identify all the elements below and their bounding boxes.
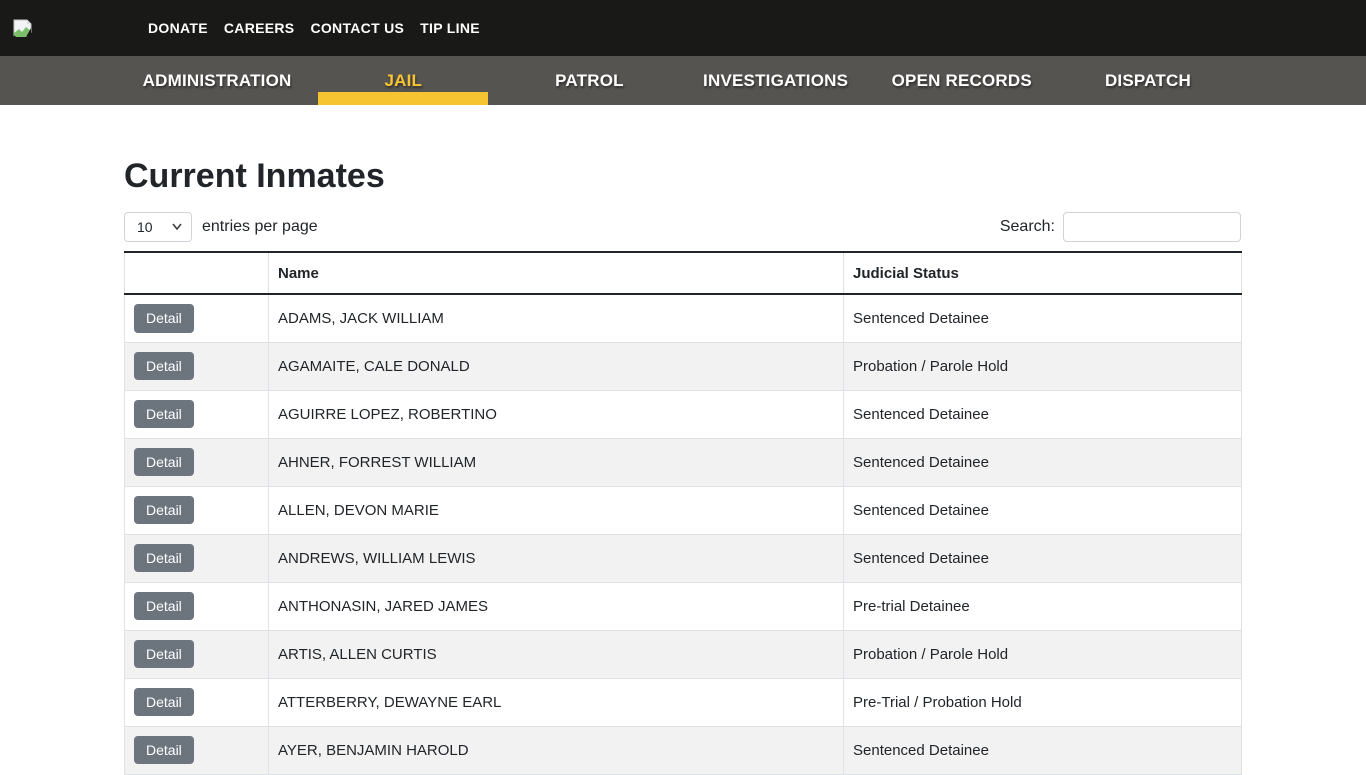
utility-link[interactable]: CONTACT US: [310, 20, 404, 36]
column-header-judicial-status: Judicial Status: [844, 252, 1242, 294]
primary-nav-label: DISPATCH: [1105, 71, 1191, 91]
primary-nav-item[interactable]: ADMINISTRATION: [124, 56, 310, 105]
detail-button[interactable]: Detail: [134, 736, 194, 765]
detail-cell: Detail: [125, 438, 269, 486]
judicial-status-cell: Probation / Parole Hold: [844, 630, 1242, 678]
inmate-name-cell: ANDREWS, WILLIAM LEWIS: [269, 534, 844, 582]
detail-cell: Detail: [125, 294, 269, 342]
primary-nav-label: INVESTIGATIONS: [703, 71, 848, 91]
detail-button[interactable]: Detail: [134, 400, 194, 429]
primary-nav-item[interactable]: PATROL: [496, 56, 682, 105]
detail-cell: Detail: [125, 630, 269, 678]
inmates-table-body: Detail ADAMS, JACK WILLIAM Sentenced Det…: [125, 294, 1242, 774]
table-row: Detail AHNER, FORREST WILLIAM Sentenced …: [125, 438, 1242, 486]
utility-links: DONATE CAREERS CONTACT US TIP LINE: [148, 20, 480, 36]
entries-per-page-select[interactable]: 10: [124, 212, 192, 242]
detail-cell: Detail: [125, 534, 269, 582]
inmates-table-header: Name Judicial Status: [125, 252, 1242, 294]
judicial-status-cell: Pre-Trial / Probation Hold: [844, 678, 1242, 726]
detail-cell: Detail: [125, 390, 269, 438]
inmate-name-cell: AGUIRRE LOPEZ, ROBERTINO: [269, 390, 844, 438]
entries-per-page-select-wrap: 10: [124, 212, 192, 242]
detail-cell: Detail: [125, 342, 269, 390]
primary-nav-label: OPEN RECORDS: [892, 71, 1032, 91]
judicial-status-cell: Sentenced Detainee: [844, 390, 1242, 438]
table-row: Detail ADAMS, JACK WILLIAM Sentenced Det…: [125, 294, 1242, 342]
page-title: Current Inmates: [124, 157, 1241, 196]
inmate-name-cell: ANTHONASIN, JARED JAMES: [269, 582, 844, 630]
primary-nav-item[interactable]: DISPATCH: [1055, 56, 1241, 105]
table-row: Detail AGUIRRE LOPEZ, ROBERTINO Sentence…: [125, 390, 1242, 438]
detail-cell: Detail: [125, 678, 269, 726]
inmate-name-cell: ATTERBERRY, DEWAYNE EARL: [269, 678, 844, 726]
primary-nav: ADMINISTRATION JAIL PATROL INVESTIGATION…: [0, 56, 1366, 105]
detail-cell: Detail: [125, 486, 269, 534]
table-row: Detail ANTHONASIN, JARED JAMES Pre-trial…: [125, 582, 1242, 630]
judicial-status-cell: Pre-trial Detainee: [844, 582, 1242, 630]
primary-nav-item[interactable]: INVESTIGATIONS: [683, 56, 869, 105]
table-row: Detail ATTERBERRY, DEWAYNE EARL Pre-Tria…: [125, 678, 1242, 726]
inmate-name-cell: AHNER, FORREST WILLIAM: [269, 438, 844, 486]
table-row: Detail ARTIS, ALLEN CURTIS Probation / P…: [125, 630, 1242, 678]
column-header-name: Name: [269, 252, 844, 294]
detail-cell: Detail: [125, 726, 269, 774]
primary-nav-label: PATROL: [555, 71, 624, 91]
table-row: Detail ALLEN, DEVON MARIE Sentenced Deta…: [125, 486, 1242, 534]
detail-button[interactable]: Detail: [134, 352, 194, 381]
primary-nav-label: JAIL: [384, 71, 422, 91]
detail-button[interactable]: Detail: [134, 448, 194, 477]
primary-nav-item[interactable]: JAIL: [310, 56, 496, 105]
utility-link[interactable]: TIP LINE: [420, 20, 480, 36]
table-controls: 10 entries per page Search:: [124, 212, 1241, 242]
utility-link[interactable]: CAREERS: [224, 20, 295, 36]
search-group: Search:: [1000, 212, 1241, 242]
detail-button[interactable]: Detail: [134, 304, 194, 333]
detail-button[interactable]: Detail: [134, 688, 194, 717]
entries-per-page-label: entries per page: [202, 218, 318, 236]
inmate-name-cell: ALLEN, DEVON MARIE: [269, 486, 844, 534]
broken-image-icon: [12, 19, 33, 38]
judicial-status-cell: Probation / Parole Hold: [844, 342, 1242, 390]
judicial-status-cell: Sentenced Detainee: [844, 486, 1242, 534]
search-input[interactable]: [1063, 212, 1241, 242]
judicial-status-cell: Sentenced Detainee: [844, 294, 1242, 342]
inmate-name-cell: AGAMAITE, CALE DONALD: [269, 342, 844, 390]
inmate-name-cell: ARTIS, ALLEN CURTIS: [269, 630, 844, 678]
content-area: Current Inmates 10 entries per page Sear…: [124, 157, 1241, 775]
judicial-status-cell: Sentenced Detainee: [844, 534, 1242, 582]
primary-nav-label: ADMINISTRATION: [143, 71, 292, 91]
utility-link[interactable]: DONATE: [148, 20, 208, 36]
top-utility-bar: DONATE CAREERS CONTACT US TIP LINE: [0, 0, 1366, 56]
table-row: Detail AYER, BENJAMIN HAROLD Sentenced D…: [125, 726, 1242, 774]
table-row: Detail ANDREWS, WILLIAM LEWIS Sentenced …: [125, 534, 1242, 582]
detail-cell: Detail: [125, 582, 269, 630]
primary-nav-item[interactable]: OPEN RECORDS: [869, 56, 1055, 105]
table-row: Detail AGAMAITE, CALE DONALD Probation /…: [125, 342, 1242, 390]
inmate-name-cell: AYER, BENJAMIN HAROLD: [269, 726, 844, 774]
detail-button[interactable]: Detail: [134, 592, 194, 621]
detail-button[interactable]: Detail: [134, 544, 194, 573]
detail-button[interactable]: Detail: [134, 496, 194, 525]
search-label: Search:: [1000, 218, 1055, 236]
judicial-status-cell: Sentenced Detainee: [844, 726, 1242, 774]
inmates-table: Name Judicial Status Detail ADAMS, JACK …: [124, 251, 1242, 775]
column-header-detail: [125, 252, 269, 294]
judicial-status-cell: Sentenced Detainee: [844, 438, 1242, 486]
inmate-name-cell: ADAMS, JACK WILLIAM: [269, 294, 844, 342]
detail-button[interactable]: Detail: [134, 640, 194, 669]
